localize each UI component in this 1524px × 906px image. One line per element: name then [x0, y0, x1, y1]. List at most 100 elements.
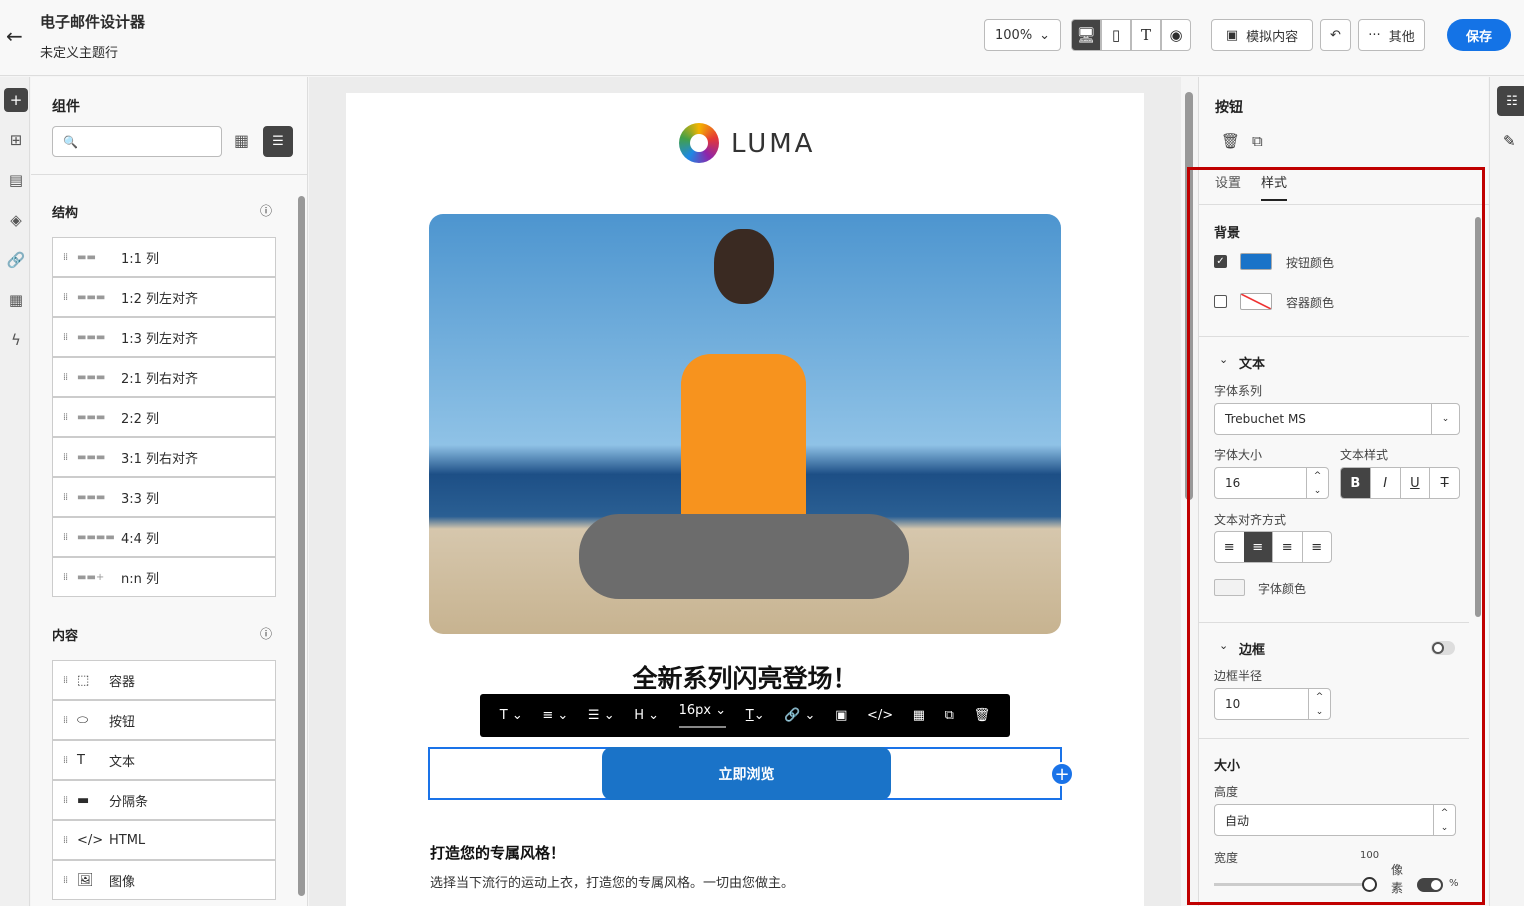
- duplicate-icon[interactable]: ⧉: [1252, 132, 1263, 150]
- drag-handle-icon[interactable]: ⁞⁞: [53, 452, 77, 463]
- stepper[interactable]: ^ ⌄: [1433, 805, 1455, 835]
- structure-item[interactable]: ⁞⁞ ▬▬▬ 1:3 列左对齐: [52, 317, 276, 357]
- fragments-icon[interactable]: ⊞: [4, 128, 28, 152]
- duplicate-icon[interactable]: ⧉: [945, 694, 954, 737]
- unit-toggle[interactable]: [1417, 878, 1443, 892]
- strikethrough-icon[interactable]: T: [1429, 468, 1459, 498]
- font-color-swatch[interactable]: [1214, 579, 1245, 596]
- save-button[interactable]: 保存: [1447, 19, 1511, 51]
- chevron-down-icon[interactable]: ⌄: [1219, 639, 1228, 652]
- text-view-icon[interactable]: T: [1131, 19, 1161, 51]
- lightning-icon[interactable]: ϟ: [4, 328, 28, 352]
- subheading[interactable]: 打造您的专属风格！: [430, 842, 565, 863]
- drag-handle-icon[interactable]: ⁞⁞: [53, 532, 77, 543]
- preview-eye-icon[interactable]: ◉: [1161, 19, 1191, 51]
- panel-scrollbar[interactable]: [1475, 217, 1481, 617]
- underline-icon[interactable]: U: [1399, 468, 1430, 498]
- drag-handle-icon[interactable]: ⁞⁞: [53, 332, 77, 343]
- drag-handle-icon[interactable]: ⁞⁞: [53, 412, 77, 423]
- personalize-icon[interactable]: ▣: [835, 694, 847, 737]
- delete-icon[interactable]: 🗑: [974, 694, 991, 737]
- layers-icon[interactable]: ◈: [4, 208, 28, 232]
- body-text[interactable]: 选择当下流行的运动上衣，打造您的专属风格。一切由您做主。: [430, 872, 794, 891]
- content-item[interactable]: ⁞⁞ </> HTML: [52, 820, 276, 860]
- button-color-checkbox[interactable]: ✓: [1214, 255, 1227, 268]
- undo-button[interactable]: ↶: [1320, 19, 1351, 51]
- back-arrow-icon[interactable]: ←: [6, 24, 23, 48]
- drag-handle-icon[interactable]: ⁞⁞: [53, 492, 77, 503]
- container-color-checkbox[interactable]: [1214, 295, 1227, 308]
- font-family-select[interactable]: Trebuchet MS ⌄: [1214, 403, 1460, 435]
- structure-item[interactable]: ⁞⁞ ▬▬▬ 2:1 列右对齐: [52, 357, 276, 397]
- structure-item[interactable]: ⁞⁞ ▬▬+ n:n 列: [52, 557, 276, 597]
- list-icon[interactable]: ☰ ⌄: [588, 694, 615, 737]
- info-icon[interactable]: ⓘ: [260, 625, 272, 642]
- list-view-icon[interactable]: ☰: [263, 126, 293, 157]
- subject-line[interactable]: 未定义主题行: [40, 42, 118, 61]
- drag-handle-icon[interactable]: ⁞⁞: [53, 715, 77, 726]
- content-item[interactable]: ⁞⁞ ⬚ 容器: [52, 660, 276, 700]
- assets-icon[interactable]: ▤: [4, 168, 28, 192]
- drag-handle-icon[interactable]: ⁞⁞: [53, 835, 77, 846]
- width-slider[interactable]: [1214, 883, 1364, 886]
- link-icon[interactable]: 🔗 ⌄: [784, 694, 815, 737]
- drag-handle-icon[interactable]: ⁞⁞: [53, 372, 77, 383]
- drag-handle-icon[interactable]: ⁞⁞: [53, 292, 77, 303]
- structure-item[interactable]: ⁞⁞ ▬▬▬ 2:2 列: [52, 397, 276, 437]
- zoom-select[interactable]: 100% ⌄: [984, 19, 1061, 51]
- font-size-input[interactable]: 16 ^ ⌄: [1214, 467, 1329, 499]
- stepper[interactable]: ^ ⌄: [1306, 468, 1328, 498]
- more-button[interactable]: ··· 其他: [1358, 19, 1425, 51]
- add-icon[interactable]: +: [4, 88, 28, 112]
- font-size-select[interactable]: 16px ⌄: [678, 694, 727, 728]
- grid-view-icon[interactable]: ▦: [234, 131, 249, 150]
- link-icon[interactable]: 🔗: [4, 248, 28, 272]
- drag-handle-icon[interactable]: ⁞⁞: [53, 252, 77, 263]
- add-component-icon[interactable]: +: [1050, 762, 1074, 786]
- text-format-icon[interactable]: T ⌄: [500, 694, 523, 737]
- structure-item[interactable]: ⁞⁞ ▬▬▬ 3:3 列: [52, 477, 276, 517]
- structure-item[interactable]: ⁞⁞ ▬▬ 1:1 列: [52, 237, 276, 277]
- cta-button[interactable]: 立即浏览: [602, 747, 891, 800]
- structure-item[interactable]: ⁞⁞ ▬▬▬ 3:1 列右对齐: [52, 437, 276, 477]
- content-item[interactable]: ⁞⁞ ▬ 分隔条: [52, 780, 276, 820]
- info-icon[interactable]: ⓘ: [260, 202, 272, 219]
- tab-settings[interactable]: 设置: [1215, 172, 1241, 191]
- content-item[interactable]: ⁞⁞ ⬭ 按钮: [52, 700, 276, 740]
- structure-item[interactable]: ⁞⁞ ▬▬▬ 1:2 列左对齐: [52, 277, 276, 317]
- width-slider-handle[interactable]: [1362, 877, 1377, 892]
- search-input[interactable]: 🔍: [52, 126, 222, 157]
- text-color-icon[interactable]: T ⌄: [746, 694, 765, 737]
- drag-handle-icon[interactable]: ⁞⁞: [53, 875, 77, 886]
- drag-handle-icon[interactable]: ⁞⁞: [53, 572, 77, 583]
- content-item[interactable]: ⁞⁞ 🖼 图像: [52, 860, 276, 900]
- desktop-view-icon[interactable]: 🖥: [1071, 19, 1101, 51]
- chevron-down-icon[interactable]: ⌄: [1219, 353, 1228, 366]
- magic-wand-icon[interactable]: ✎: [1503, 132, 1516, 150]
- simulate-content-button[interactable]: ▣ 模拟内容: [1211, 19, 1313, 51]
- drag-handle-icon[interactable]: ⁞⁞: [53, 755, 77, 766]
- hero-image[interactable]: [429, 214, 1061, 634]
- align-right-icon[interactable]: ≡: [1272, 532, 1302, 562]
- align-left-icon[interactable]: ≡: [1215, 532, 1244, 562]
- headline[interactable]: 全新系列闪亮登场！: [346, 659, 1144, 695]
- height-input[interactable]: 自动 ^ ⌄: [1214, 804, 1456, 836]
- drag-handle-icon[interactable]: ⁞⁞: [53, 795, 77, 806]
- components-icon[interactable]: ▦: [913, 694, 925, 737]
- button-color-swatch[interactable]: [1240, 253, 1272, 270]
- italic-icon[interactable]: I: [1369, 468, 1400, 498]
- components-icon[interactable]: ▦: [4, 288, 28, 312]
- delete-icon[interactable]: 🗑: [1221, 132, 1240, 150]
- container-color-swatch[interactable]: [1240, 293, 1272, 310]
- stepper[interactable]: ^ ⌄: [1308, 689, 1330, 719]
- border-toggle[interactable]: [1431, 641, 1455, 655]
- scrollbar[interactable]: [298, 182, 305, 902]
- border-radius-input[interactable]: 10 ^ ⌄: [1214, 688, 1331, 720]
- bold-icon[interactable]: B: [1341, 468, 1370, 498]
- tab-style[interactable]: 样式: [1261, 172, 1288, 201]
- button-container-selected[interactable]: 立即浏览 +: [428, 747, 1074, 800]
- heading-icon[interactable]: H ⌄: [634, 694, 659, 737]
- align-justify-icon[interactable]: ≡: [1301, 532, 1332, 562]
- code-icon[interactable]: </>: [867, 694, 893, 737]
- canvas-scrollbar[interactable]: [1183, 80, 1195, 906]
